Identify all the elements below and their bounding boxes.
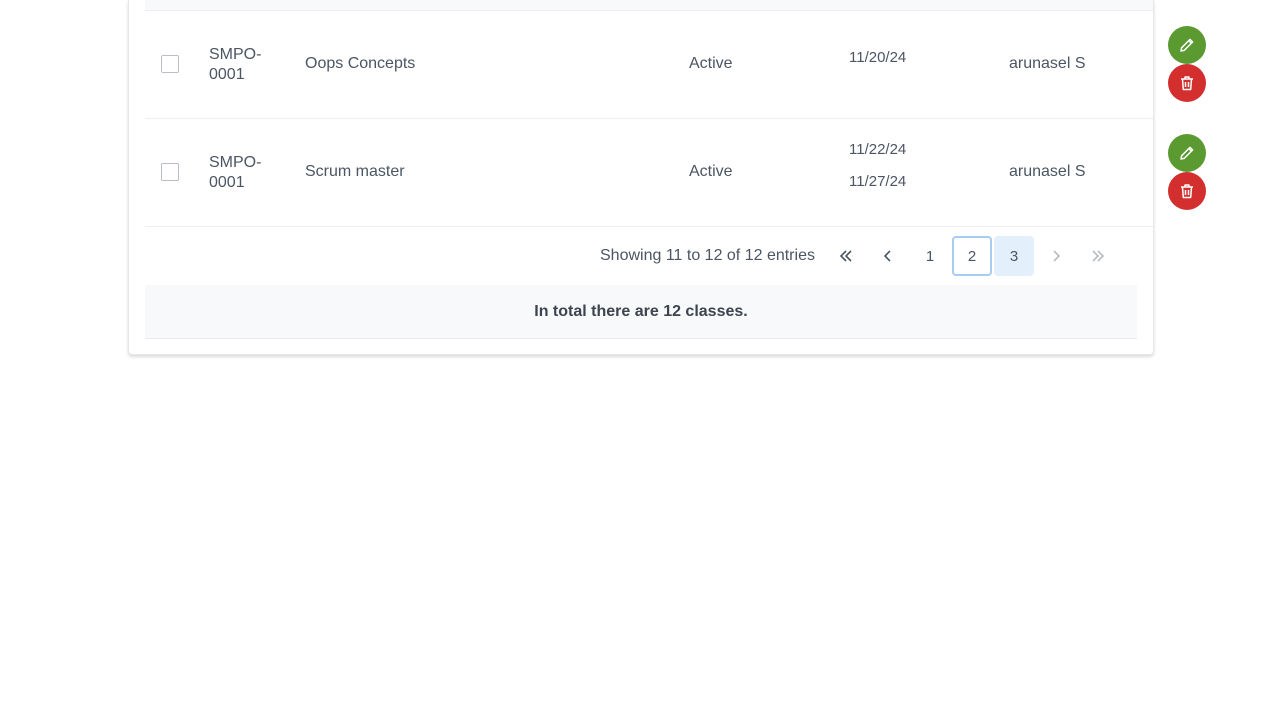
delete-button[interactable] [1168, 64, 1206, 102]
pencil-icon [1180, 38, 1194, 52]
prev-page-button[interactable] [868, 236, 908, 276]
pagination-summary: Showing 11 to 12 of 12 entries [600, 247, 815, 264]
double-chevron-right-icon [1092, 250, 1105, 262]
row-checkbox[interactable] [161, 163, 179, 181]
trash-icon [1181, 184, 1193, 199]
first-page-button[interactable] [826, 236, 866, 276]
delete-button[interactable] [1168, 172, 1206, 210]
edit-button[interactable] [1168, 26, 1206, 64]
class-date: 11/20/24 [849, 49, 907, 66]
chevron-right-icon [1053, 250, 1061, 262]
class-dates: 11/20/24 [849, 48, 906, 80]
class-dates: 11/22/24 11/27/24 [849, 140, 906, 204]
class-name: Scrum master [305, 163, 405, 180]
page-button-3[interactable]: 3 [994, 236, 1034, 276]
class-status: Active [689, 163, 733, 180]
table-row: SMPO-0001 Scrum master Active 11/22/24 1… [145, 119, 1153, 227]
next-page-button[interactable] [1036, 236, 1076, 276]
class-code: SMPO-0001 [209, 46, 262, 83]
paginator: Showing 11 to 12 of 12 entries 1 2 3 [145, 227, 1153, 285]
class-status: Active [689, 55, 733, 72]
chevron-left-icon [883, 250, 891, 262]
class-user: arunasel S [1009, 163, 1086, 180]
trash-icon [1181, 76, 1193, 91]
double-chevron-left-icon [839, 250, 852, 262]
class-name: Oops Concepts [305, 55, 416, 72]
page-button-2[interactable]: 2 [952, 236, 992, 276]
class-date: 11/22/24 [849, 141, 907, 158]
table-footer: In total there are 12 classes. [145, 285, 1137, 339]
class-date: 11/27/24 [849, 173, 907, 190]
edit-button[interactable] [1168, 134, 1206, 172]
class-user: arunasel S [1009, 55, 1086, 72]
classes-table-card: SMPO-0001 Oops Concepts Active 11/20/24 … [128, 0, 1154, 355]
page-button-1[interactable]: 1 [910, 236, 950, 276]
class-code: SMPO-0001 [209, 154, 262, 191]
table-header-strip [145, 0, 1153, 11]
pencil-icon [1180, 146, 1194, 160]
row-checkbox[interactable] [161, 55, 179, 73]
table-row: SMPO-0001 Oops Concepts Active 11/20/24 … [145, 11, 1153, 119]
last-page-button[interactable] [1078, 236, 1118, 276]
